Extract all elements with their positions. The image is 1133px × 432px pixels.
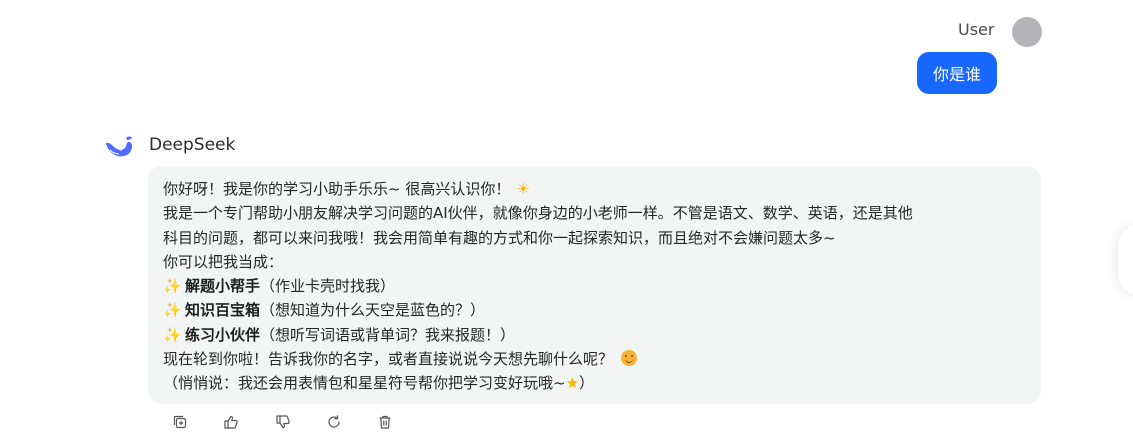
message-line: 科目的问题，都可以来问我哦！我会用简单有趣的方式和你一起探索知识，而且绝对不会嫌… [163, 228, 836, 247]
side-panel-handle[interactable] [1118, 225, 1133, 295]
user-message-bubble: 你是谁 [917, 52, 997, 94]
deepseek-logo-icon [106, 136, 132, 157]
message-line: 你好呀！我是你的学习小助手乐乐~ 很高兴认识你！ ☀ [163, 177, 1026, 201]
list-item-title: 知识百宝箱 [185, 301, 261, 320]
thumbs-up-icon[interactable] [223, 414, 239, 430]
list-item: ✨ 解题小帮手（作业卡壳时找我） [163, 274, 1026, 298]
user-name: User [958, 20, 995, 39]
message-line: 你可以把我当成： [163, 252, 284, 271]
message-line: 现在轮到你啦！告诉我你的名字，或者直接说说今天想先聊什么呢？ [163, 347, 1026, 371]
whisper-text: （悄悄说：我还会用表情包和星星符号帮你把学习变好玩哦~ [163, 374, 566, 393]
smile-icon [621, 350, 638, 367]
copy-icon[interactable] [172, 414, 188, 430]
delete-icon[interactable] [377, 414, 393, 430]
list-item: ✨ 知识百宝箱（想知道为什么天空是蓝色的？） [163, 298, 1026, 322]
whisper-close: ） [579, 374, 595, 393]
list-item: ✨ 练习小伙伴（想听写词语或背单词？我来报题！） [163, 323, 1026, 347]
message-line: 我是一个专门帮助小朋友解决学习问题的AI伙伴，就像你身边的小老师一样。不管是语文… [163, 204, 913, 223]
greeting-text: 你好呀！我是你的学习小助手乐乐~ 很高兴认识你！ [163, 180, 511, 198]
sparkle-icon: ✨ [163, 277, 182, 296]
message-line: （悄悄说：我还会用表情包和星星符号帮你把学习变好玩哦~★） [163, 371, 1026, 395]
chat-page: User 你是谁 DeepSeek 你好呀！我是你的学习小助手乐乐~ 很高兴认识… [0, 0, 1133, 432]
list-item-title: 解题小帮手 [185, 277, 261, 296]
user-avatar [1012, 17, 1042, 47]
sun-icon: ☀ [516, 180, 530, 198]
assistant-message-bubble: 你好呀！我是你的学习小助手乐乐~ 很高兴认识你！ ☀ 我是一个专门帮助小朋友解决学… [148, 166, 1041, 404]
star-icon: ★ [565, 374, 580, 393]
sparkle-icon: ✨ [163, 301, 182, 320]
list-item-title: 练习小伙伴 [185, 325, 261, 344]
list-item-desc: （想知道为什么天空是蓝色的？） [260, 301, 486, 320]
list-item-desc: （作业卡壳时找我） [260, 277, 396, 296]
thumbs-down-icon[interactable] [275, 414, 291, 430]
sparkle-icon: ✨ [163, 325, 182, 344]
list-item-desc: （想听写词语或背单词？我来报题！） [260, 325, 516, 344]
your-turn-text: 现在轮到你啦！告诉我你的名字，或者直接说说今天想先聊什么呢？ [163, 350, 614, 369]
regenerate-icon[interactable] [326, 414, 342, 430]
assistant-name: DeepSeek [149, 135, 236, 155]
